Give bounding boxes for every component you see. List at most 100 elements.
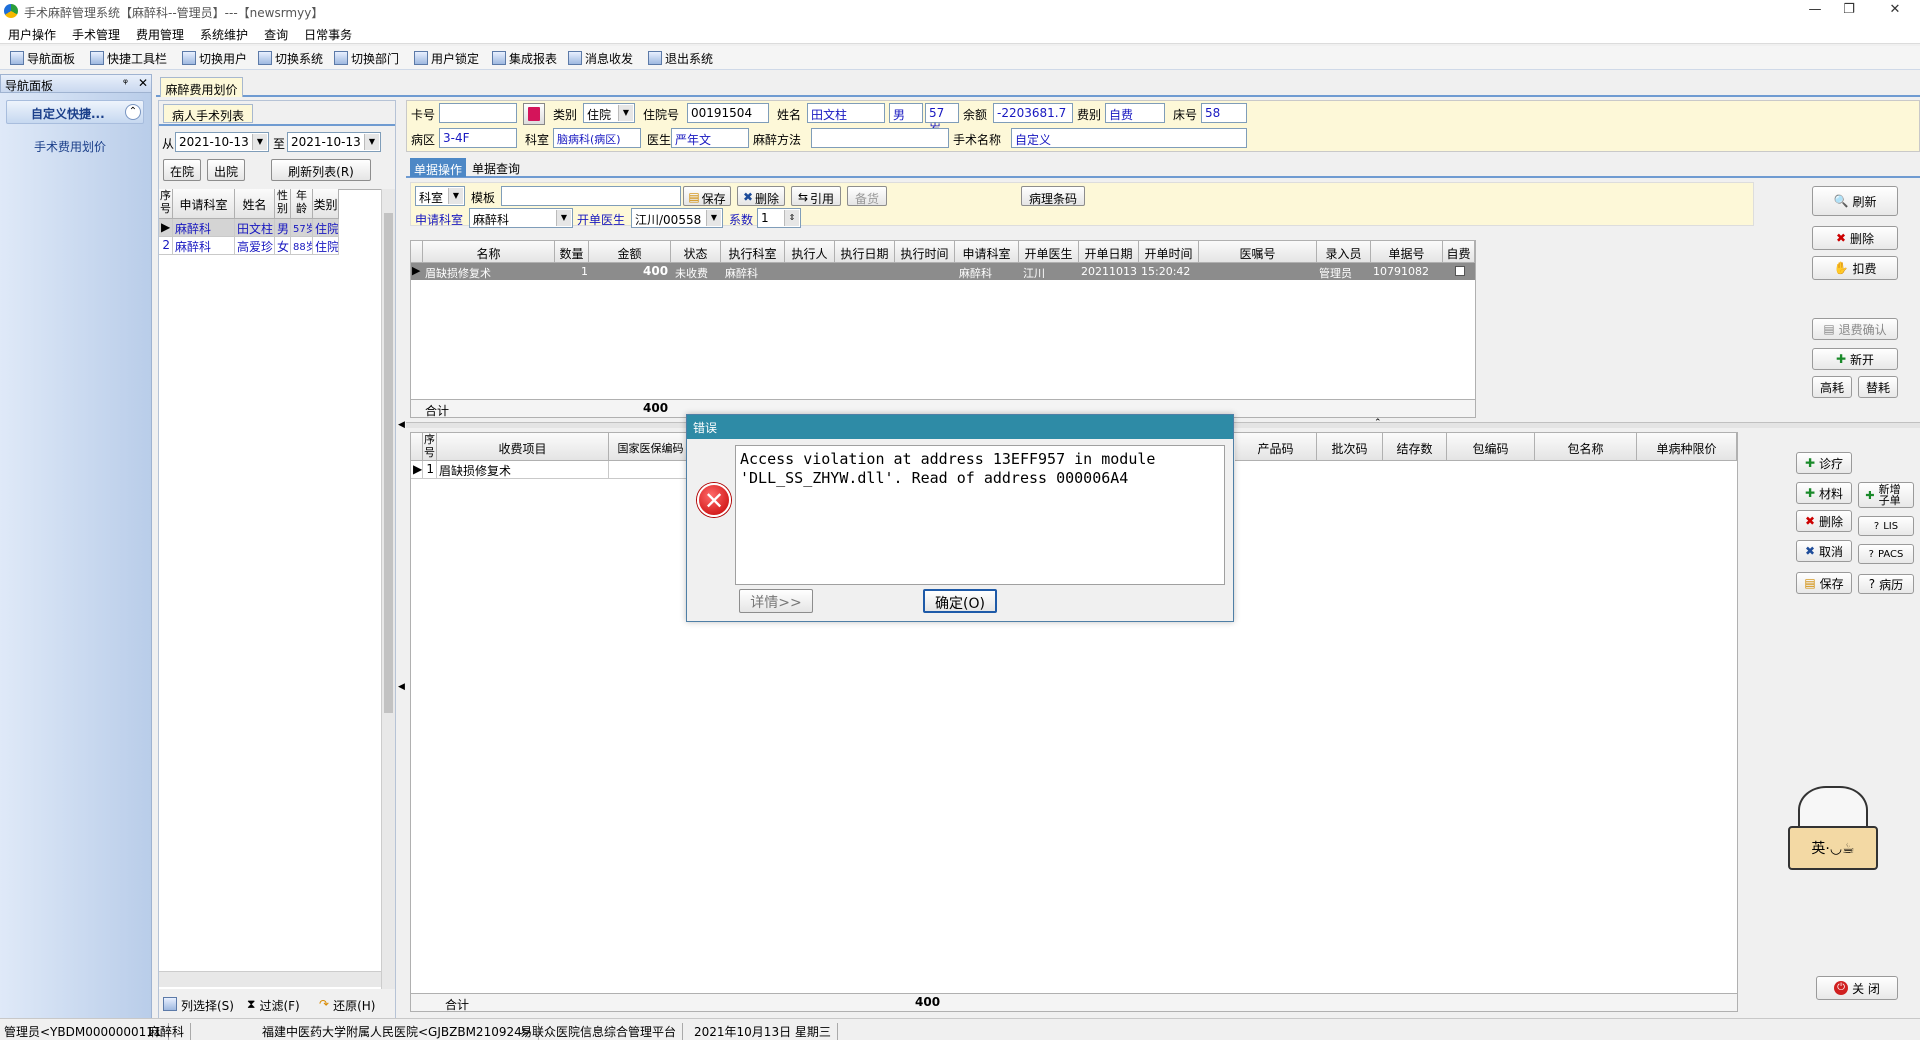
input-method-mascot[interactable]: 英·◡☕ <box>1788 786 1880 882</box>
treatment-button[interactable]: ✚ 诊疗 <box>1796 452 1852 474</box>
splitter-left-icon-2[interactable]: ◀ <box>398 682 405 692</box>
tab-document-ops[interactable]: 单据操作 <box>410 158 466 177</box>
close-window-button[interactable]: ✕ <box>1880 2 1910 20</box>
apply-dept-select[interactable]: 麻醉科 ▼ <box>469 208 573 228</box>
template-field[interactable] <box>501 186 681 206</box>
filter-icon: ⧗ <box>247 997 256 1011</box>
quick-tools-icon <box>90 51 104 65</box>
new-bill-button[interactable]: ✚ 新开 <box>1812 348 1898 370</box>
save-button[interactable]: ▤ 保存 <box>683 186 731 206</box>
type-select[interactable]: 住院 ▼ <box>583 103 635 123</box>
pathology-barcode-button[interactable]: 病理条码 <box>1021 186 1085 206</box>
discharged-button[interactable]: 出院 <box>207 159 245 181</box>
tab-patient-list[interactable]: 病人手术列表 <box>163 104 253 123</box>
dept-select[interactable]: 科室 ▼ <box>415 186 465 206</box>
toolbar-switch-dept[interactable]: 切换部门 <box>334 50 399 66</box>
operation-name-field: 自定义 <box>1011 128 1247 148</box>
splitter-left-icon[interactable]: ◀ <box>398 420 405 430</box>
card-number-field[interactable] <box>439 103 517 123</box>
toolbar-exit[interactable]: 退出系统 <box>648 50 713 66</box>
dropdown-arrow-icon: ▼ <box>448 188 463 204</box>
toolbar-quick-tools[interactable]: 快捷工具栏 <box>90 50 167 66</box>
menu-surgery[interactable]: 手术管理 <box>64 22 128 43</box>
from-date-picker[interactable]: 2021-10-13 ▼ <box>175 132 269 152</box>
material-button[interactable]: ✚ 材料 <box>1796 482 1852 504</box>
toolbar-user-lock[interactable]: 用户锁定 <box>414 50 479 66</box>
minimize-button[interactable]: — <box>1800 2 1830 20</box>
refresh-list-button[interactable]: 刷新列表(R) <box>271 159 371 181</box>
dropdown-arrow-icon: ▼ <box>706 210 721 226</box>
stock-button[interactable]: 备货 <box>847 186 887 206</box>
add-sub-bill-button[interactable]: ✚ 新增子单 <box>1858 482 1914 508</box>
delete-record-button[interactable]: ✖ 删除 <box>1812 226 1898 250</box>
nav-panel-header: 导航面板 ᵠ ✕ <box>0 74 152 93</box>
filter-button[interactable]: ⧗ 过滤(F) <box>247 997 300 1014</box>
toolbar-switch-system[interactable]: 切换系统 <box>258 50 323 66</box>
in-hospital-button[interactable]: 在院 <box>163 159 201 181</box>
nav-group-custom[interactable]: 自定义快捷... ⌃ <box>6 100 144 124</box>
exit-icon <box>648 51 662 65</box>
maximize-button[interactable]: ❐ <box>1834 2 1864 20</box>
restore-button[interactable]: ↷ 还原(H) <box>319 997 375 1014</box>
toolbar-nav-panel[interactable]: 导航面板 <box>10 50 75 66</box>
table-row[interactable]: ▶ 麻醉科 田文柱 男 57岁 住院 <box>159 219 339 237</box>
details-button[interactable]: 详情>> <box>739 589 813 613</box>
status-bar: 管理员<YBDM0000000111 麻醉科 福建中医药大学附属人民医院<GJB… <box>0 1018 1920 1040</box>
charge-grid: 名称 数量 金额 状态 执行科室 执行人 执行日期 执行时间 申请科室 开单医生… <box>410 240 1476 418</box>
tab-document-query[interactable]: 单据查询 <box>472 160 520 177</box>
ok-button[interactable]: 确定(O) <box>923 589 997 613</box>
save-item-button[interactable]: ▤ 保存 <box>1796 572 1852 594</box>
balance-field: -2203681.7 <box>993 103 1073 123</box>
app-icon <box>4 4 18 18</box>
cite-button[interactable]: ⇆ 引用 <box>791 186 841 206</box>
doc-tabs: 单据操作 单据查询 <box>406 156 1920 178</box>
table-row[interactable]: 麻醉科 2 高爱珍 女 88岁 住院 <box>159 237 339 255</box>
refresh-button[interactable]: 🔍 刷新 <box>1812 186 1898 216</box>
delete-icon: ✖ <box>1835 231 1847 245</box>
nav-close-icon[interactable]: ✕ <box>138 76 148 90</box>
menu-user-ops[interactable]: 用户操作 <box>0 22 64 43</box>
refund-confirm-button[interactable]: ▤ 退费确认 <box>1812 318 1898 340</box>
vertical-scrollbar[interactable] <box>381 189 395 989</box>
anesthesia-method-field <box>811 128 949 148</box>
horizontal-scrollbar[interactable] <box>159 971 381 987</box>
sex-field: 男 <box>889 103 923 123</box>
menu-system[interactable]: 系统维护 <box>192 22 256 43</box>
coefficient-stepper[interactable]: 1 ⇕ <box>757 208 801 228</box>
cancel-button[interactable]: ✖ 取消 <box>1796 540 1852 562</box>
close-button[interactable]: ⏻ 关 闭 <box>1816 976 1898 1000</box>
pacs-button[interactable]: ? PACS <box>1858 544 1914 564</box>
delete-button[interactable]: ✖ 删除 <box>737 186 785 206</box>
nav-item-fee-pricing[interactable]: 手术费用划价 <box>34 138 106 155</box>
inpatient-number-field[interactable]: 00191504 <box>687 103 769 123</box>
collapse-icon[interactable]: ⌃ <box>125 104 141 120</box>
deduct-fee-button[interactable]: ✋ 扣费 <box>1812 256 1898 280</box>
toolbar-switch-user[interactable]: 切换用户 <box>182 50 247 66</box>
to-date-picker[interactable]: 2021-10-13 ▼ <box>287 132 381 152</box>
self-pay-checkbox[interactable] <box>1455 266 1465 276</box>
open-doctor-select[interactable]: 江川/00558 ▼ <box>631 208 723 228</box>
status-user: 管理员<YBDM0000000111 <box>4 1023 169 1040</box>
lis-button[interactable]: ? LIS <box>1858 516 1914 536</box>
column-select-button[interactable]: 列选择(S) <box>163 997 234 1014</box>
tab-anesthesia-fee[interactable]: 麻醉费用划价 <box>160 77 243 97</box>
table-row[interactable]: ▶ 眉缺损修复术 1 400 未收费 麻醉科 麻醉科 江川 20211013 1… <box>411 263 1475 280</box>
delete-icon: ✖ <box>1804 514 1816 528</box>
medical-record-button[interactable]: ? 病历 <box>1858 574 1914 594</box>
dropdown-arrow-icon: ▼ <box>556 210 571 226</box>
delete-item-button[interactable]: ✖ 删除 <box>1796 510 1852 532</box>
switch-dept-icon <box>334 51 348 65</box>
toolbar-reports[interactable]: 集成报表 <box>492 50 557 66</box>
card-reader-button[interactable] <box>523 103 545 125</box>
power-icon: ⏻ <box>1834 981 1849 995</box>
high-consumable-button[interactable]: 高耗 <box>1812 376 1852 398</box>
restore-icon: ↷ <box>319 997 330 1011</box>
menu-daily[interactable]: 日常事务 <box>296 22 360 43</box>
splitter-up-icon[interactable]: ⌃ <box>1374 418 1382 428</box>
toolbar-messages[interactable]: 消息收发 <box>568 50 633 66</box>
replace-consumable-button[interactable]: 替耗 <box>1858 376 1898 398</box>
menu-query[interactable]: 查询 <box>256 22 296 43</box>
delete-icon: ✖ <box>742 190 754 204</box>
menu-fee[interactable]: 费用管理 <box>128 22 192 43</box>
pin-icon[interactable]: ᵠ <box>123 76 128 90</box>
